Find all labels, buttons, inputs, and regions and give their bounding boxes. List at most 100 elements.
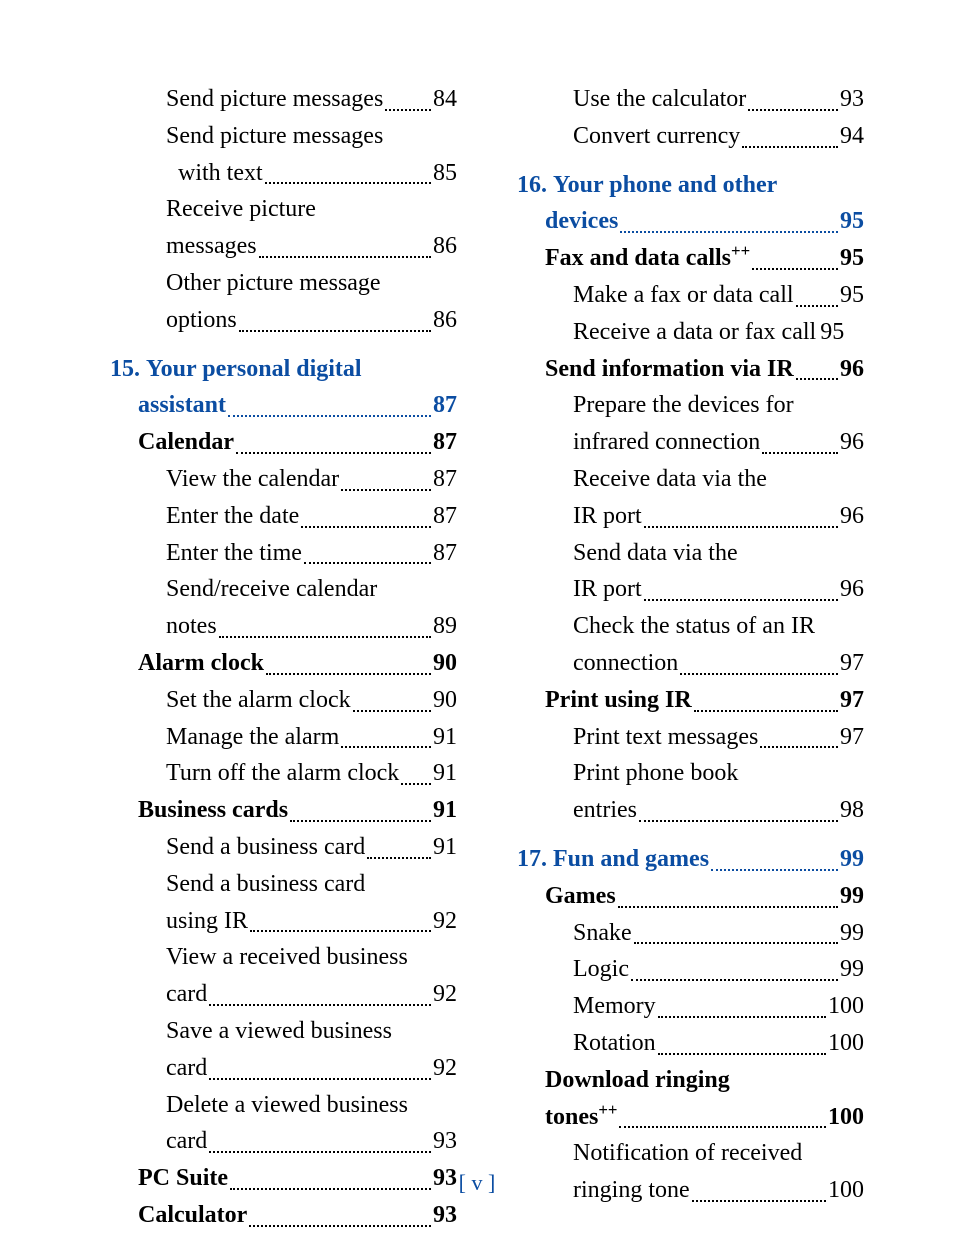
toc-entry[interactable]: Send picture messages84 <box>110 82 457 117</box>
toc-entry[interactable]: with text85 <box>110 156 457 191</box>
toc-entry[interactable]: Enter the date87 <box>110 499 457 534</box>
leader-dots <box>620 231 838 233</box>
toc-label: Enter the date <box>166 499 299 534</box>
toc-entry[interactable]: Make a fax or data call95 <box>517 278 864 313</box>
toc-entry[interactable]: Print text messages97 <box>517 720 864 755</box>
toc-entry[interactable]: Set the alarm clock90 <box>110 683 457 718</box>
toc-entry[interactable]: Send a business card91 <box>110 830 457 865</box>
toc-page-number: 99 <box>840 879 864 914</box>
toc-page-number: 87 <box>433 462 457 497</box>
toc-page-number: 100 <box>828 1026 864 1061</box>
toc-page-number: 87 <box>433 536 457 571</box>
toc-page-number: 97 <box>840 720 864 755</box>
leader-dots <box>265 182 431 184</box>
toc-entry[interactable]: Calculator93 <box>110 1198 457 1233</box>
toc-label: Your personal digital <box>146 352 362 387</box>
toc-entry[interactable]: View the calendar87 <box>110 462 457 497</box>
toc-page-number: 90 <box>433 646 457 681</box>
toc-group: Send picture messages84Send picture mess… <box>110 82 457 338</box>
toc-entry[interactable]: Alarm clock90 <box>110 646 457 681</box>
toc-entry[interactable]: connection97 <box>517 646 864 681</box>
toc-page-number: 96 <box>840 572 864 607</box>
toc-entry[interactable]: messages86 <box>110 229 457 264</box>
leader-dots <box>228 415 431 417</box>
toc-entry-continuation: Print phone book <box>517 756 864 791</box>
toc-entry[interactable]: card93 <box>110 1124 457 1159</box>
leader-dots <box>634 942 838 944</box>
toc-page-number: 92 <box>433 904 457 939</box>
toc-entry[interactable]: infrared connection96 <box>517 425 864 460</box>
toc-entry[interactable]: Games99 <box>517 879 864 914</box>
toc-label: Prepare the devices for <box>573 388 794 423</box>
toc-entry[interactable]: notes89 <box>110 609 457 644</box>
toc-page-number: 86 <box>433 303 457 338</box>
toc-page-number: 96 <box>840 425 864 460</box>
toc-entry[interactable]: Memory100 <box>517 989 864 1024</box>
leader-dots <box>353 710 431 712</box>
toc-label: Send/receive calendar <box>166 572 377 607</box>
toc-page: Send picture messages84Send picture mess… <box>0 0 954 1248</box>
toc-group: 15.Your personal digitalassistant87Calen… <box>110 352 457 1233</box>
toc-label: IR port <box>573 572 642 607</box>
toc-label: devices <box>545 204 618 239</box>
toc-label: Send a business card <box>166 830 365 865</box>
toc-label: Calendar <box>138 425 234 460</box>
toc-page-number: 99 <box>840 952 864 987</box>
toc-entry[interactable]: Receive a data or fax call95 <box>517 315 864 350</box>
toc-entry[interactable]: Use the calculator93 <box>517 82 864 117</box>
toc-entry[interactable]: Logic99 <box>517 952 864 987</box>
toc-label: Business cards <box>138 793 288 828</box>
toc-page-number: 90 <box>433 683 457 718</box>
leader-dots <box>401 783 431 785</box>
toc-label: using IR <box>166 904 248 939</box>
toc-entry[interactable]: Calendar 87 <box>110 425 457 460</box>
toc-entry[interactable]: Convert currency 94 <box>517 119 864 154</box>
toc-page-number: 100 <box>828 1100 864 1135</box>
toc-entry[interactable]: tones++100 <box>517 1100 864 1135</box>
toc-entry[interactable]: Business cards91 <box>110 793 457 828</box>
toc-entry[interactable]: Snake99 <box>517 916 864 951</box>
toc-page-number: 87 <box>433 425 457 460</box>
toc-entry[interactable]: entries98 <box>517 793 864 828</box>
toc-entry[interactable]: Rotation100 <box>517 1026 864 1061</box>
toc-entry[interactable]: Fax and data calls++95 <box>517 241 864 276</box>
toc-label: Convert currency <box>573 119 740 154</box>
toc-entry[interactable]: Print using IR97 <box>517 683 864 718</box>
leader-dots <box>694 710 838 712</box>
toc-entry[interactable]: Send information via IR96 <box>517 352 864 387</box>
toc-page-number: 93 <box>840 82 864 117</box>
toc-entry[interactable]: devices95 <box>517 204 864 239</box>
toc-entry[interactable]: 17.Fun and games99 <box>517 842 864 877</box>
toc-entry[interactable]: card92 <box>110 977 457 1012</box>
leader-dots <box>341 489 431 491</box>
toc-entry-continuation: View a received business <box>110 940 457 975</box>
toc-entry[interactable]: using IR 92 <box>110 904 457 939</box>
toc-page-number: 94 <box>840 119 864 154</box>
toc-label: Manage the alarm <box>166 720 339 755</box>
toc-page-number: 96 <box>840 352 864 387</box>
toc-entry-continuation: Delete a viewed business <box>110 1088 457 1123</box>
toc-label: Delete a viewed business <box>166 1088 408 1123</box>
toc-label: Check the status of an IR <box>573 609 815 644</box>
toc-entry[interactable]: Enter the time 87 <box>110 536 457 571</box>
toc-label: Notification of received <box>573 1136 802 1171</box>
toc-entry[interactable]: assistant87 <box>110 388 457 423</box>
toc-label: Enter the time <box>166 536 302 571</box>
toc-entry[interactable]: Manage the alarm91 <box>110 720 457 755</box>
leader-dots <box>619 1126 826 1128</box>
toc-page-number: 99 <box>840 916 864 951</box>
toc-entry[interactable]: Turn off the alarm clock91 <box>110 756 457 791</box>
toc-entry[interactable]: options86 <box>110 303 457 338</box>
leader-dots <box>760 746 838 748</box>
toc-entry[interactable]: card92 <box>110 1051 457 1086</box>
toc-entry[interactable]: IR port 96 <box>517 572 864 607</box>
toc-entry-continuation: Send picture messages <box>110 119 457 154</box>
toc-label: card <box>166 1051 207 1086</box>
leader-dots <box>639 820 838 822</box>
leader-dots <box>209 1151 431 1153</box>
toc-page-number: 92 <box>433 977 457 1012</box>
toc-entry[interactable]: IR port96 <box>517 499 864 534</box>
toc-page-number: 86 <box>433 229 457 264</box>
toc-entry-continuation: Download ringing <box>517 1063 864 1098</box>
toc-entry-continuation: Check the status of an IR <box>517 609 864 644</box>
